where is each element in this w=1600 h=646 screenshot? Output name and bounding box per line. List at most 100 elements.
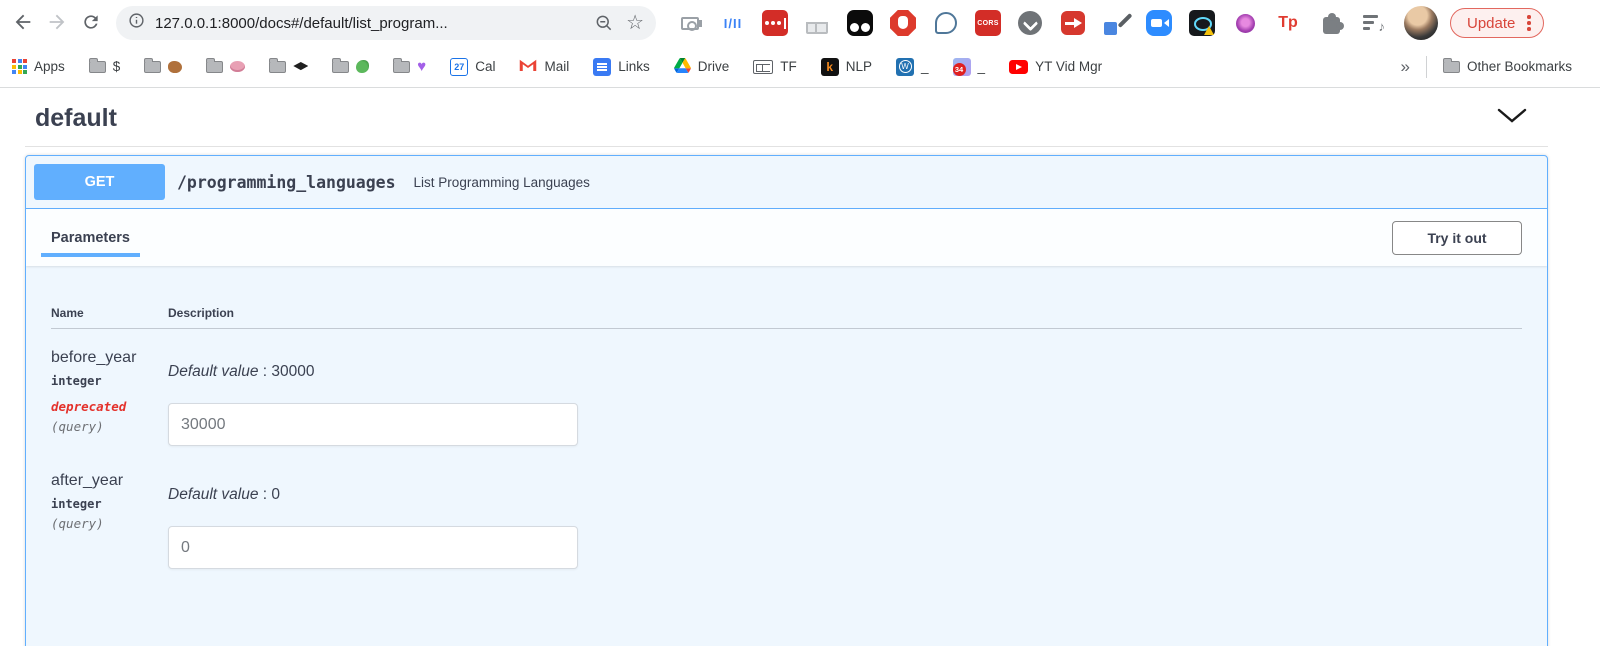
before-year-input[interactable] xyxy=(168,403,578,446)
folder-icon xyxy=(206,61,223,73)
section-divider xyxy=(25,146,1548,147)
site-info-icon[interactable] xyxy=(128,12,145,34)
menu-kebab-icon[interactable] xyxy=(1527,15,1531,31)
bookmark-label: Cal xyxy=(475,59,495,74)
redirect-extension-icon[interactable] xyxy=(1059,9,1087,37)
flashcard-icon xyxy=(753,60,773,74)
collapse-chevron-down-icon[interactable] xyxy=(1496,107,1528,130)
bookmark-label: Apps xyxy=(34,59,65,74)
pocket-extension-icon[interactable] xyxy=(1016,9,1044,37)
profile-avatar[interactable] xyxy=(1404,6,1438,40)
wordpress-icon: W xyxy=(896,58,914,76)
puzzle-extension-icon[interactable] xyxy=(1317,9,1345,37)
endpoint-path: /programming_languages xyxy=(177,173,396,192)
deprecated-badge: deprecated xyxy=(51,399,168,414)
cors-extension-icon[interactable]: CORS xyxy=(975,10,1001,36)
try-it-out-button[interactable]: Try it out xyxy=(1392,221,1522,255)
herb-emoji-icon xyxy=(356,60,369,73)
bookmark-youtube[interactable]: YT Vid Mgr xyxy=(1009,59,1102,74)
react-devtools-extension-icon[interactable] xyxy=(1188,9,1216,37)
bookmark-label: NLP xyxy=(846,59,872,74)
browser-toolbar: 127.0.0.1:8000/docs#/default/list_progra… xyxy=(0,0,1600,46)
bookmark-wordpress[interactable]: W _ xyxy=(896,58,929,76)
default-value-line: Default value : 30000 xyxy=(168,363,1522,381)
back-button[interactable] xyxy=(6,6,40,40)
black-dots-extension-icon[interactable] xyxy=(846,9,874,37)
bookmark-nlp[interactable]: k NLP xyxy=(821,58,872,76)
bookmark-calendar[interactable]: 27 Cal xyxy=(450,58,495,76)
tab-parameters[interactable]: Parameters xyxy=(51,230,130,246)
bookmark-folder-graduation[interactable] xyxy=(269,61,308,73)
glasses-extension-icon[interactable] xyxy=(803,9,831,37)
endpoint-summary-text: List Programming Languages xyxy=(414,175,590,190)
parameter-name: before_year xyxy=(51,349,168,367)
update-button[interactable]: Update xyxy=(1450,8,1544,38)
parameter-location: (query) xyxy=(51,516,168,531)
playlist-extension-icon[interactable]: ♪ xyxy=(1360,9,1388,37)
default-value-label: Default value xyxy=(168,363,258,380)
bookmark-folder-herb[interactable] xyxy=(332,60,369,73)
bookmark-folder-heart[interactable]: ♥ xyxy=(393,59,426,74)
google-calendar-icon: 27 xyxy=(450,58,468,76)
bookmark-label: Links xyxy=(618,59,650,74)
forward-button[interactable] xyxy=(40,6,74,40)
bookmark-folder-brain[interactable] xyxy=(206,61,245,73)
colorzilla-extension-icon[interactable] xyxy=(1102,9,1130,37)
flower-extension-icon[interactable] xyxy=(1231,9,1259,37)
other-bookmarks[interactable]: Other Bookmarks xyxy=(1443,59,1572,74)
parameter-row-before-year: before_year integer deprecated (query) D… xyxy=(51,329,1522,446)
folder-icon xyxy=(393,61,410,73)
default-value-line: Default value : 0 xyxy=(168,486,1522,504)
extensions-row: I/II CORS Tp ♪ xyxy=(676,9,1388,37)
folder-icon xyxy=(144,61,161,73)
bookmark-label: TF xyxy=(780,59,797,74)
default-value: 30000 xyxy=(271,363,314,380)
column-header-name: Name xyxy=(51,306,168,320)
folder-icon xyxy=(269,61,286,73)
bookmark-star-icon[interactable]: ☆ xyxy=(626,13,644,33)
parameter-row-after-year: after_year integer (query) Default value… xyxy=(51,446,1522,569)
zoom-extension-icon[interactable] xyxy=(1145,9,1173,37)
reload-button[interactable] xyxy=(74,6,108,40)
other-bookmarks-label: Other Bookmarks xyxy=(1467,59,1572,74)
url-text[interactable]: 127.0.0.1:8000/docs#/default/list_progra… xyxy=(155,15,582,32)
parameter-type: integer xyxy=(51,497,168,511)
bookmark-links[interactable]: Links xyxy=(593,58,650,76)
tp-extension-icon[interactable]: Tp xyxy=(1274,9,1302,37)
address-bar[interactable]: 127.0.0.1:8000/docs#/default/list_progra… xyxy=(116,6,656,40)
default-value-label: Default value xyxy=(168,486,258,503)
bookmark-folder-dollar[interactable]: $ xyxy=(89,59,121,74)
parameters-section-header: Parameters Try it out xyxy=(26,209,1547,266)
after-year-input[interactable] xyxy=(168,526,578,569)
bookmark-folder-horse[interactable] xyxy=(144,61,182,73)
wayback-extension-icon[interactable]: I/II xyxy=(719,9,747,37)
bookmarks-overflow-chevron[interactable]: » xyxy=(1400,57,1409,77)
tag-section-header[interactable]: default xyxy=(0,88,1600,133)
forward-arrow-icon xyxy=(46,11,68,36)
adblock-extension-icon[interactable] xyxy=(889,9,917,37)
bookmark-apps[interactable]: Apps xyxy=(12,59,65,74)
endpoint-summary-row[interactable]: GET /programming_languages List Programm… xyxy=(26,156,1547,209)
bookmark-mail[interactable]: Mail xyxy=(519,58,569,75)
back-arrow-icon xyxy=(12,11,34,36)
bookmarks-bar: Apps $ ♥ 27 Cal Mail Links Drive xyxy=(0,46,1600,88)
bookmark-label: YT Vid Mgr xyxy=(1035,59,1102,74)
parameters-table: Name Description before_year integer dep… xyxy=(26,266,1547,569)
page-title: default xyxy=(35,104,117,133)
parameter-name: after_year xyxy=(51,472,168,490)
lastpass-extension-icon[interactable] xyxy=(762,10,788,36)
graduation-cap-emoji-icon xyxy=(293,62,308,71)
bookmark-label: Drive xyxy=(698,59,730,74)
folder-icon xyxy=(1443,61,1460,73)
gmail-icon xyxy=(519,58,537,75)
calendar-34-icon: 34 xyxy=(953,58,971,76)
brain-emoji-icon xyxy=(230,61,245,72)
chat-bubble-extension-icon[interactable] xyxy=(932,9,960,37)
zoom-out-icon[interactable] xyxy=(594,13,614,33)
reload-icon xyxy=(81,12,101,35)
screen-capture-extension-icon[interactable] xyxy=(676,9,704,37)
links-icon xyxy=(593,58,611,76)
bookmark-tf[interactable]: TF xyxy=(753,59,797,74)
bookmark-drive[interactable]: Drive xyxy=(674,58,730,76)
bookmark-34[interactable]: 34 _ xyxy=(953,58,986,76)
